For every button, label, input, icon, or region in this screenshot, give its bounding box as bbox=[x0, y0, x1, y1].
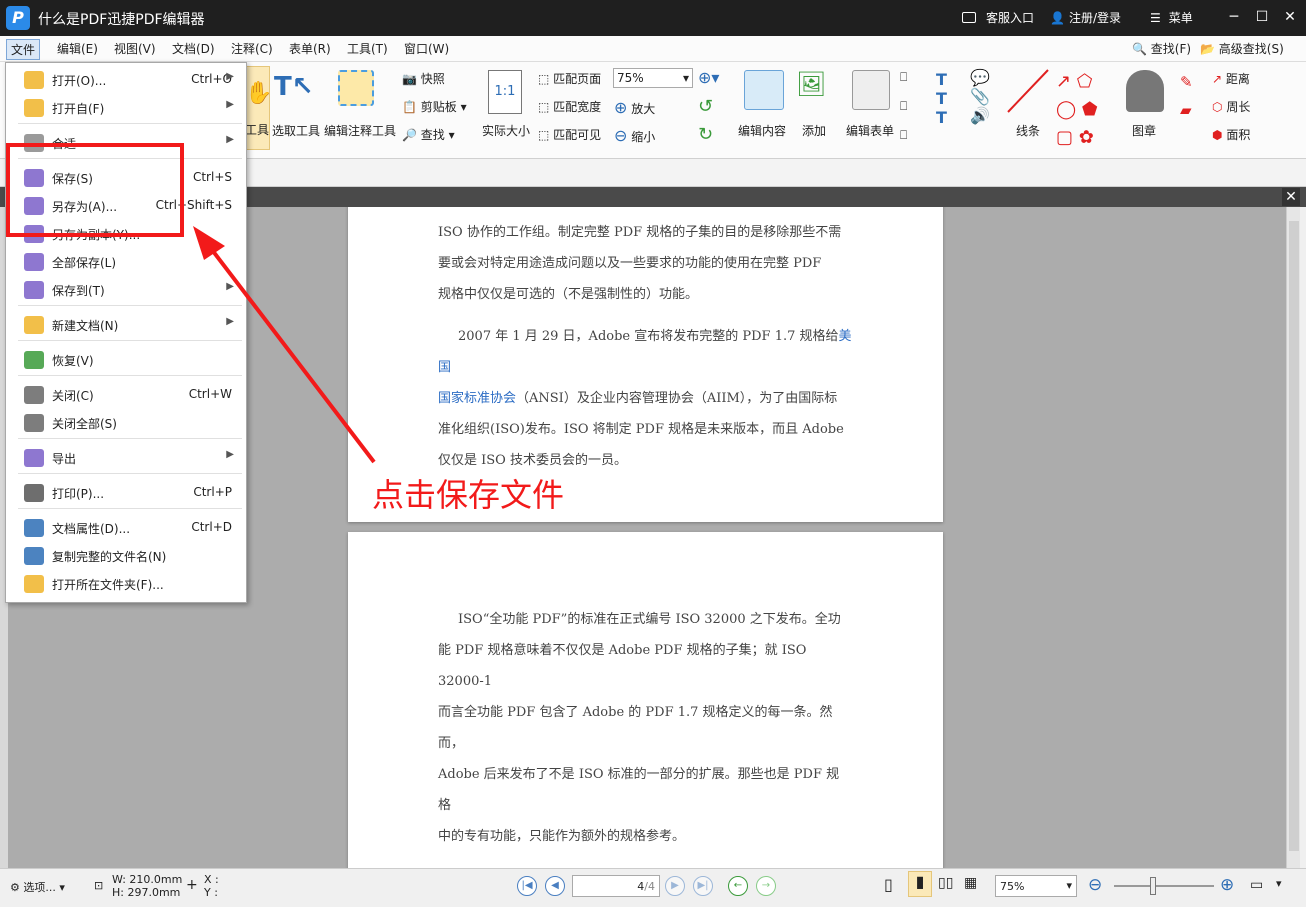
callout-text: 点击保存文件 bbox=[372, 476, 565, 514]
annotation-arrow bbox=[193, 226, 376, 464]
